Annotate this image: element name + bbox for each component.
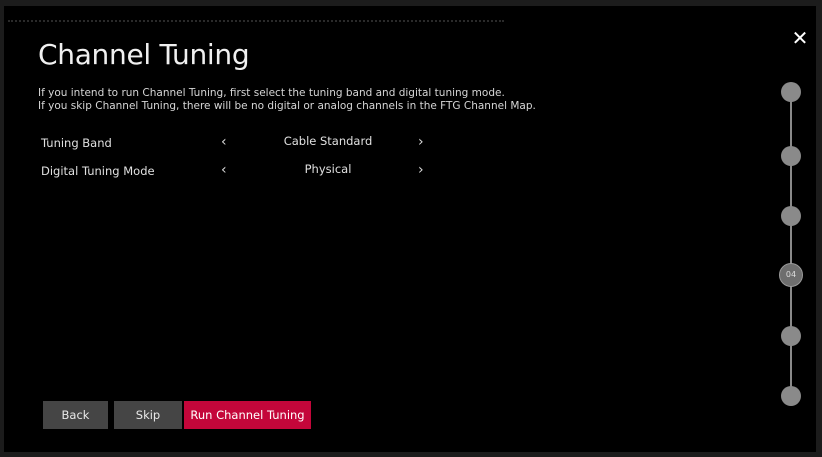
- description-line-2: If you skip Channel Tuning, there will b…: [38, 100, 536, 112]
- step-4-current: 04: [779, 263, 803, 287]
- skip-button[interactable]: Skip: [114, 401, 182, 429]
- run-channel-tuning-button[interactable]: Run Channel Tuning: [184, 401, 311, 429]
- tuning-band-row[interactable]: Tuning Band ‹ Cable Standard ›: [38, 133, 458, 153]
- step-1: [781, 82, 801, 102]
- close-icon[interactable]: ✕: [790, 28, 810, 48]
- top-divider: [8, 20, 504, 22]
- step-2: [781, 146, 801, 166]
- digital-tuning-mode-value: Physical: [304, 162, 352, 176]
- tuning-band-value: Cable Standard: [283, 134, 373, 148]
- chevron-left-icon[interactable]: ‹: [221, 134, 227, 150]
- description-line-1: If you intend to run Channel Tuning, fir…: [38, 87, 505, 99]
- digital-tuning-mode-label: Digital Tuning Mode: [41, 164, 155, 178]
- step-6: [781, 386, 801, 406]
- chevron-right-icon[interactable]: ›: [418, 134, 424, 150]
- chevron-left-icon[interactable]: ‹: [221, 162, 227, 178]
- stepper-line: [790, 98, 792, 404]
- back-button[interactable]: Back: [43, 401, 108, 429]
- step-3: [781, 206, 801, 226]
- step-5: [781, 326, 801, 346]
- digital-tuning-mode-row[interactable]: Digital Tuning Mode ‹ Physical ›: [38, 161, 458, 181]
- page-title: Channel Tuning: [38, 38, 250, 71]
- tuning-band-label: Tuning Band: [41, 136, 112, 150]
- description: If you intend to run Channel Tuning, fir…: [38, 87, 598, 113]
- chevron-right-icon[interactable]: ›: [418, 162, 424, 178]
- setup-screen: ✕ Channel Tuning If you intend to run Ch…: [4, 6, 816, 452]
